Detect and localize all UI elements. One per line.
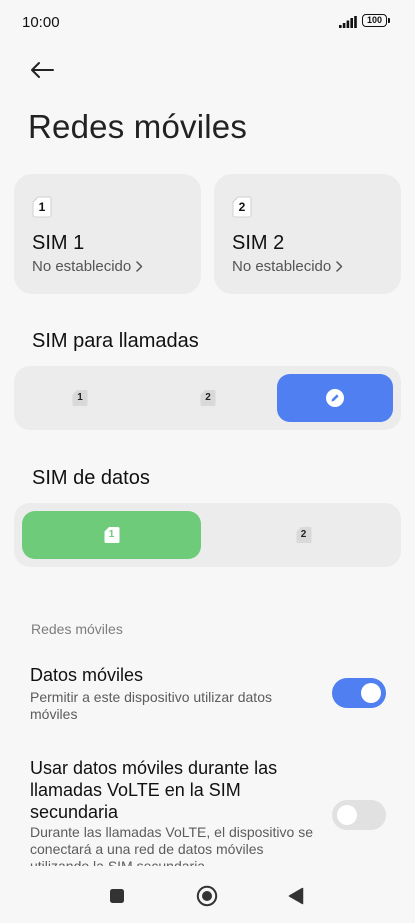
sim-2-icon: 2 <box>296 526 312 544</box>
recents-button[interactable] <box>105 884 129 908</box>
sim-1-slot: 1 <box>38 200 46 214</box>
calls-sim-selector: 1 2 <box>14 366 401 430</box>
sim-card-2[interactable]: 2 SIM 2 No establecido <box>214 174 401 294</box>
data-sim-1-option[interactable]: 1 <box>22 511 201 559</box>
battery-icon: 100 <box>362 14 392 29</box>
status-time: 10:00 <box>22 14 60 31</box>
sim-1-name: SIM 1 <box>32 232 85 254</box>
chevron-right-icon <box>136 261 143 272</box>
sim-1-icon: 1 <box>72 389 88 407</box>
arrow-left-icon <box>31 62 54 78</box>
square-recents-icon <box>110 889 124 903</box>
sim-card-1[interactable]: 1 SIM 1 No establecido <box>14 174 201 294</box>
pencil-icon <box>326 389 344 407</box>
mobile-networks-group-label: Redes móviles <box>31 621 123 637</box>
status-bar: 10:00 100 <box>0 0 415 44</box>
calls-sim-2-label: 2 <box>205 392 211 403</box>
triangle-back-icon <box>288 887 304 905</box>
mobile-data-description: Permitir a este dispositivo utilizar dat… <box>30 689 272 722</box>
calls-sim-1-option[interactable]: 1 <box>22 374 138 422</box>
sim-2-slot: 2 <box>238 200 246 214</box>
data-sim-heading: SIM de datos <box>32 467 150 489</box>
sim-2-icon: 2 <box>200 389 216 407</box>
sim-1-icon: 1 <box>32 196 52 218</box>
sim-2-name: SIM 2 <box>232 232 285 254</box>
volte-secondary-data-toggle[interactable] <box>332 800 386 830</box>
sim-2-status: No establecido <box>232 258 343 275</box>
sim-2-status-text: No establecido <box>232 258 332 275</box>
calls-sim-1-label: 1 <box>77 392 83 403</box>
volte-secondary-data-title: Usar datos móviles durante las llamadas … <box>30 758 278 822</box>
calls-ask-every-time-option[interactable] <box>277 374 393 422</box>
home-button[interactable] <box>195 884 219 908</box>
signal-bars-icon <box>339 16 357 28</box>
sim-2-icon: 2 <box>232 196 252 218</box>
mobile-data-title: Datos móviles <box>30 665 144 685</box>
volte-secondary-data-setting[interactable]: Usar datos móviles durante las llamadas … <box>0 757 415 867</box>
navigation-bar <box>0 872 415 923</box>
data-sim-2-label: 2 <box>300 529 307 540</box>
back-button[interactable] <box>24 52 60 88</box>
calls-sim-heading: SIM para llamadas <box>32 330 199 352</box>
mobile-data-toggle[interactable] <box>332 678 386 708</box>
chevron-right-icon <box>336 261 343 272</box>
calls-sim-2-option[interactable]: 2 <box>150 374 266 422</box>
sim-1-status-text: No establecido <box>32 258 132 275</box>
data-sim-selector: 1 2 <box>14 503 401 567</box>
sim-1-icon: 1 <box>104 526 120 544</box>
circle-home-icon <box>196 885 218 907</box>
battery-level: 100 <box>362 14 387 27</box>
sim-1-status: No establecido <box>32 258 143 275</box>
nav-back-button[interactable] <box>284 884 308 908</box>
page-title: Redes móviles <box>28 108 248 145</box>
data-sim-1-label: 1 <box>108 529 115 540</box>
volte-secondary-data-description: Durante las llamadas VoLTE, el dispositi… <box>30 824 313 866</box>
mobile-data-setting[interactable]: Datos móviles Permitir a este dispositiv… <box>0 664 415 734</box>
data-sim-2-option[interactable]: 2 <box>214 511 393 559</box>
